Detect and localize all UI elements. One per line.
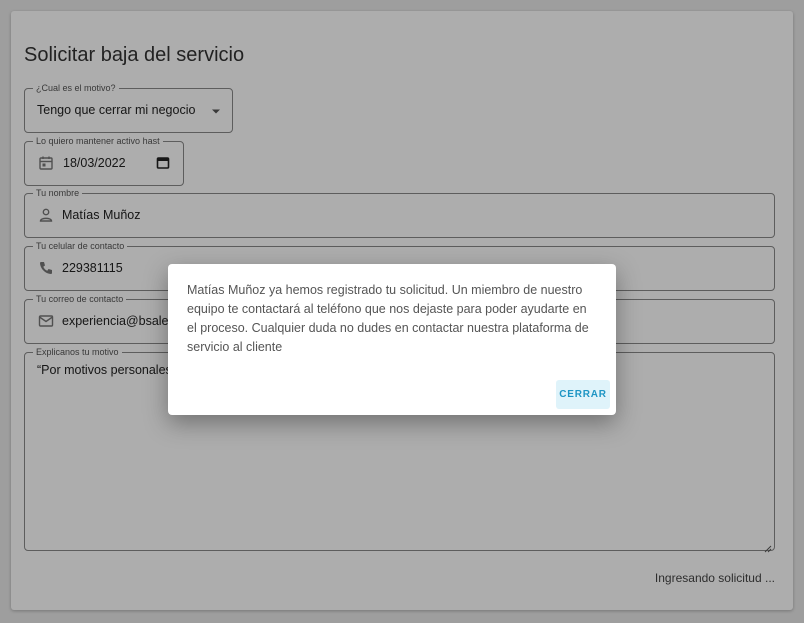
confirmation-dialog: Matías Muñoz ya hemos registrado tu soli… <box>168 264 616 415</box>
dialog-message: Matías Muñoz ya hemos registrado tu soli… <box>187 283 589 354</box>
close-button[interactable]: CERRAR <box>556 380 610 409</box>
